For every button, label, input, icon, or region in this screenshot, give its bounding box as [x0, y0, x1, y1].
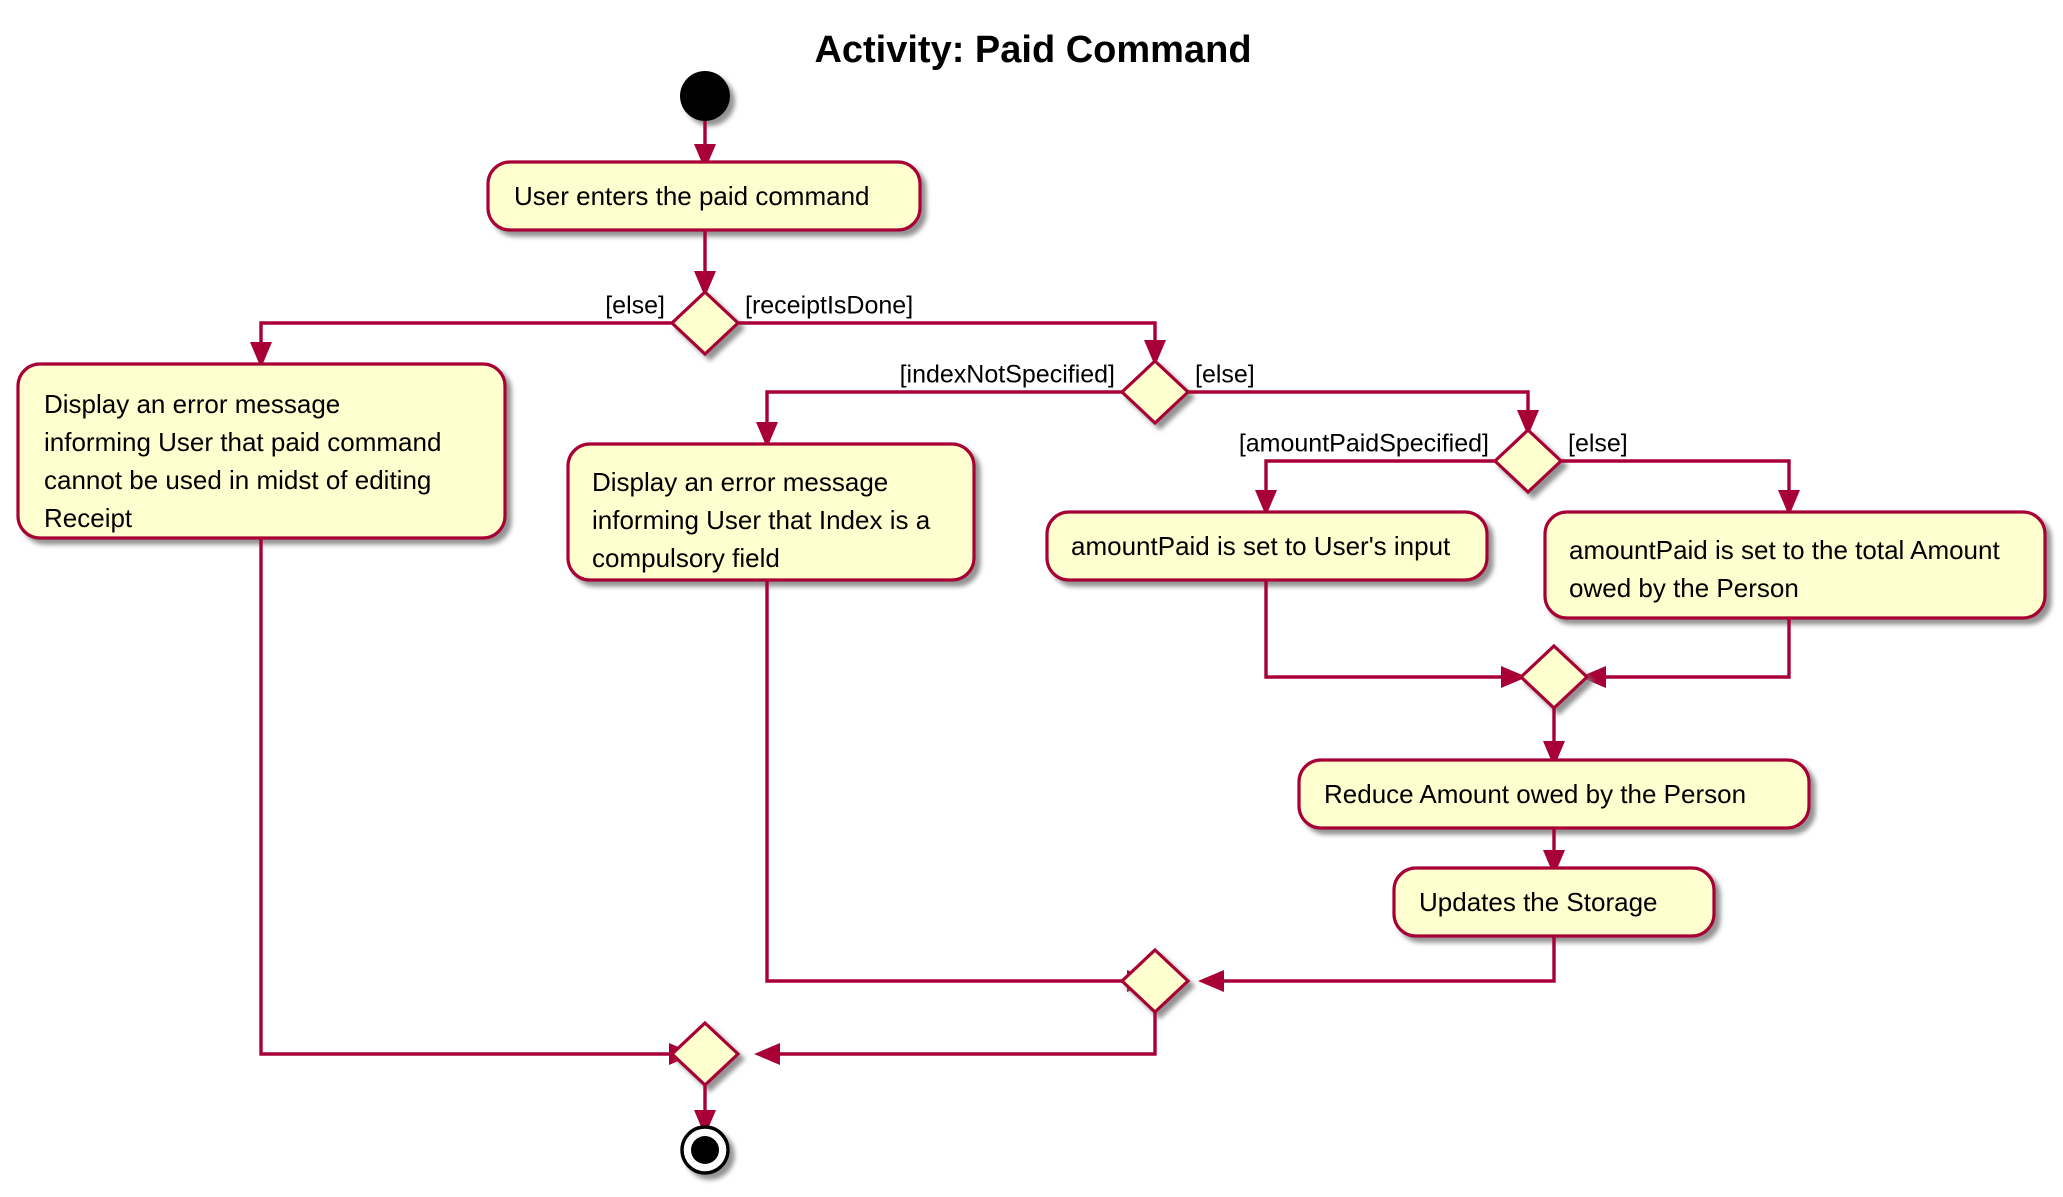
activity-amount-paid-user-input: amountPaid is set to User's input [1045, 510, 1489, 582]
decision-diamond [1492, 427, 1564, 495]
activity-label-line: cannot be used in midst of editing [44, 465, 431, 495]
activity-label-line: Display an error message [44, 389, 340, 419]
activity-label-line: Reduce Amount owed by the Person [1324, 779, 1746, 809]
activity-updates-the-storage: Updates the Storage [1392, 866, 1716, 938]
edge-index-error-to-merge [765, 580, 1135, 983]
edge-decision1-left [259, 321, 672, 350]
edge-updates-storage-to-merge-index [1216, 936, 1556, 983]
merge-diamond [1518, 643, 1590, 711]
edge-decision1-right [738, 321, 1157, 348]
guard-label-else: [else] [605, 292, 665, 320]
merge-amount-paid [1518, 643, 1590, 711]
decision-diamond [1119, 358, 1191, 426]
activity-label-line: informing User that paid command [44, 427, 441, 457]
activity-label-line: Display an error message [592, 467, 888, 497]
edge-decision2-right [1188, 390, 1530, 418]
guard-label-amount-paid-specified: [amountPaidSpecified] [1239, 430, 1489, 458]
edge-decision3-left [1264, 459, 1495, 498]
activity-error-editing-receipt: Display an error message informing User … [16, 362, 507, 540]
edge-decision2-left [765, 390, 1122, 430]
merge-diamond [669, 1020, 741, 1088]
merge-final [669, 1020, 741, 1088]
activity-label-line: amountPaid is set to the total Amount [1569, 535, 2000, 565]
guard-label-index-not-specified: [indexNotSpecified] [900, 361, 1115, 389]
merge-diamond [1119, 947, 1191, 1015]
activity-reduce-amount-owed: Reduce Amount owed by the Person [1297, 758, 1811, 830]
activity-label-line: Updates the Storage [1419, 887, 1658, 917]
activity-user-enters-paid-command: User enters the paid command [486, 160, 922, 232]
activity-label-line: User enters the paid command [514, 181, 870, 211]
arrow-head-icon [754, 1043, 780, 1065]
end-node-icon [680, 1125, 730, 1175]
start-node-icon [680, 71, 730, 121]
guard-label-else: [else] [1568, 430, 1628, 458]
merge-index-branch [1119, 947, 1191, 1015]
activity-label-line: informing User that Index is a [592, 505, 931, 535]
edge-error-receipt-to-final-merge [259, 538, 677, 1056]
guard-label-else: [else] [1195, 361, 1255, 389]
diagram-title: Activity: Paid Command [814, 29, 1251, 71]
guard-label-receipt-is-done: [receiptIsDone] [745, 292, 913, 320]
edge-decision3-right [1561, 459, 1791, 498]
arrow-head-icon [1198, 970, 1224, 992]
activity-label-line: owed by the Person [1569, 573, 1799, 603]
edge-total-owed-to-merge-amount [1598, 618, 1791, 679]
uml-activity-svg: Activity: Paid Command User enters the p… [16, 29, 2047, 1175]
decision-diamond [669, 289, 741, 357]
edge-user-input-to-merge-amount [1264, 580, 1509, 679]
activity-error-index-compulsory: Display an error message informing User … [566, 442, 976, 582]
activity-label-line: amountPaid is set to User's input [1071, 531, 1451, 561]
activity-label-line: Receipt [44, 503, 133, 533]
activity-diagram-canvas: Activity: Paid Command User enters the p… [0, 0, 2063, 1197]
edge-merge-index-to-final-merge [772, 1012, 1157, 1056]
activity-label-line: compulsory field [592, 543, 780, 573]
activity-amount-paid-total-owed: amountPaid is set to the total Amount ow… [1543, 510, 2047, 620]
